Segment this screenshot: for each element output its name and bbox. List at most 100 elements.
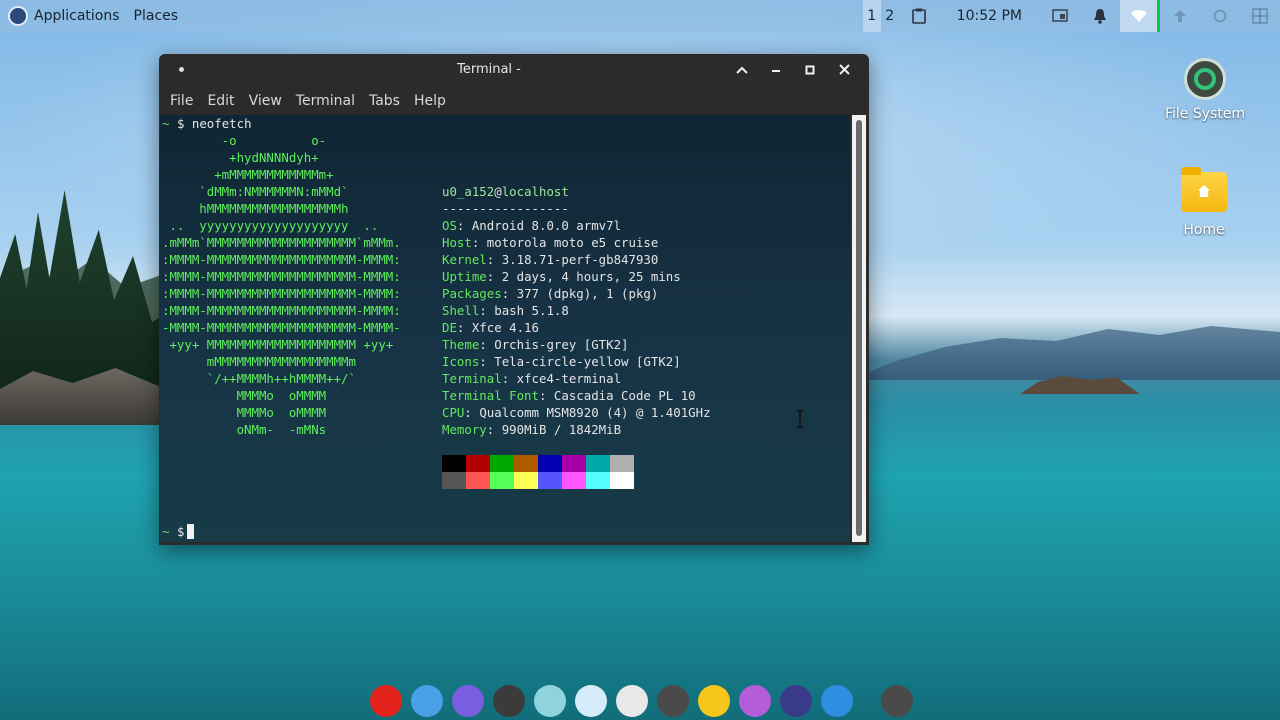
user-host-line: u0_a152@localhost [442, 184, 569, 199]
menu-file[interactable]: File [163, 93, 200, 109]
menu-terminal[interactable]: Terminal [289, 93, 362, 109]
close-button[interactable] [827, 54, 861, 85]
display-icon[interactable] [1040, 0, 1080, 32]
home-folder-icon [1181, 167, 1227, 212]
maximize-button[interactable] [793, 54, 827, 85]
neofetch-logo-line: `/++MMMMh++hMMMM++/` [162, 371, 356, 386]
dock [370, 683, 913, 719]
color-swatch [442, 455, 466, 472]
neofetch-logo-line: +mMMMMMMMMMMMMm+ [162, 167, 334, 182]
color-swatch [442, 472, 466, 489]
menu-view[interactable]: View [242, 93, 289, 109]
menu-tabs[interactable]: Tabs [362, 93, 407, 109]
window-title: Terminal - [457, 62, 521, 77]
record-icon[interactable] [616, 685, 648, 717]
image-viewer-icon[interactable] [411, 685, 443, 717]
wallpaper-mountains-right [850, 326, 1280, 380]
color-swatch [466, 472, 490, 489]
workspace-2[interactable]: 2 [881, 0, 899, 32]
neofetch-logo-line: mMMMMMMMMMMMMMMMMMMm [162, 354, 356, 369]
color-swatch [490, 455, 514, 472]
terminal-titlebar[interactable]: Terminal - [159, 54, 869, 85]
color-swatch [514, 455, 538, 472]
prompt-line: ~ $ [162, 523, 195, 540]
info-row: Terminal: xfce4-terminal [442, 371, 622, 386]
window-icon[interactable] [575, 685, 607, 717]
info-row: Kernel: 3.18.71-perf-gb847930 [442, 252, 659, 267]
file-system-label: File System [1164, 106, 1246, 122]
neofetch-logo-line: oNMm- -mMNs [162, 422, 327, 437]
file-system-desktop-icon[interactable]: File System [1160, 58, 1250, 122]
applications-menu-button[interactable]: Applications [0, 0, 128, 32]
chat-icon[interactable] [739, 685, 771, 717]
neofetch-logo-line: +hydNNNNdyh+ [162, 150, 319, 165]
color-swatch [466, 455, 490, 472]
color-swatch [538, 455, 562, 472]
app-a-icon[interactable] [493, 685, 525, 717]
power-icon[interactable] [1200, 0, 1240, 32]
places-menu-button[interactable]: Places [128, 8, 185, 24]
home-desktop-icon[interactable]: Home [1159, 167, 1249, 238]
clock[interactable]: 10:52 PM [939, 8, 1040, 24]
scrollbar-thumb[interactable] [856, 120, 862, 536]
monitor-icon[interactable] [780, 685, 812, 717]
neofetch-logo-line: :MMMM-MMMMMMMMMMMMMMMMMMMM-MMMM: [162, 303, 401, 318]
color-swatch [514, 472, 538, 489]
neofetch-logo-line: :MMMM-MMMMMMMMMMMMMMMMMMMM-MMMM: [162, 252, 401, 267]
grid-icon[interactable] [1240, 0, 1280, 32]
neofetch-logo-line: +yy+ MMMMMMMMMMMMMMMMMMMM +yy+ [162, 337, 394, 352]
disk-icon [1184, 58, 1226, 100]
info-row: Packages: 377 (dpkg), 1 (pkg) [442, 286, 659, 301]
terminal-window[interactable]: Terminal - File Edit View Terminal Tabs … [159, 54, 869, 545]
workspace-1[interactable]: 1 [862, 0, 881, 32]
xfce-logo-icon [8, 6, 28, 26]
menu-help[interactable]: Help [407, 93, 453, 109]
info-row: Host: motorola moto e5 cruise [442, 235, 659, 250]
notifications-bell-icon[interactable] [1080, 0, 1120, 32]
neofetch-logo-line: .. yyyyyyyyyyyyyyyyyyyy .. [162, 218, 379, 233]
neofetch-logo-line: `dMMm:NMMMMMMN:mMMd` [162, 184, 349, 199]
media-icon[interactable] [534, 685, 566, 717]
folder-icon[interactable] [452, 685, 484, 717]
shade-button[interactable] [725, 54, 759, 85]
info-row: Memory: 990MiB / 1842MiB [442, 422, 622, 437]
terminal-icon[interactable] [657, 685, 689, 717]
opera-icon[interactable] [370, 685, 402, 717]
color-swatch [586, 472, 610, 489]
info-row: Icons: Tela-circle-yellow [GTK2] [442, 354, 681, 369]
top-panel: Applications Places 1 2 10:52 PM [0, 0, 1280, 32]
info-row: Uptime: 2 days, 4 hours, 25 mins [442, 269, 681, 284]
mouse-ibeam-cursor [796, 410, 803, 428]
text-cursor [187, 524, 195, 539]
neofetch-logo-line: -MMMM-MMMMMMMMMMMMMMMMMMMM-MMMM- [162, 320, 401, 335]
info-row: Shell: bash 5.1.8 [442, 303, 569, 318]
separator-line: ----------------- [442, 201, 569, 216]
info-row: Terminal Font: Cascadia Code PL 10 [442, 388, 696, 403]
neofetch-logo-line: .mMMm`MMMMMMMMMMMMMMMMMMMM`mMMm. [162, 235, 401, 250]
color-swatch [562, 455, 586, 472]
toggle-icon[interactable] [821, 685, 853, 717]
command-line: ~ $ neofetch [162, 116, 252, 131]
info-row: CPU: Qualcomm MSM8920 (4) @ 1.401GHz [442, 405, 711, 420]
color-swatch [610, 472, 634, 489]
color-swatch [562, 472, 586, 489]
neofetch-logo-line: MMMMo oMMMM [162, 388, 327, 403]
emoji-icon[interactable] [698, 685, 730, 717]
neofetch-logo-line: MMMMo oMMMM [162, 405, 327, 420]
terminal-output[interactable]: ~ $ neofetch ~ $ -o o- +hydNNNNdyh+ +mMM… [160, 115, 850, 542]
arrow-icon[interactable] [1160, 0, 1200, 32]
neofetch-logo-line: :MMMM-MMMMMMMMMMMMMMMMMMMM-MMMM: [162, 286, 401, 301]
neofetch-logo-line: :MMMM-MMMMMMMMMMMMMMMMMMMM-MMMM: [162, 269, 401, 284]
color-swatch [538, 472, 562, 489]
info-row: DE: Xfce 4.16 [442, 320, 539, 335]
color-swatch [610, 455, 634, 472]
wifi-icon[interactable] [1120, 0, 1160, 32]
terminal-scrollbar[interactable] [852, 115, 866, 542]
neofetch-logo-line: hMMMMMMMMMMMMMMMMMMh [162, 201, 349, 216]
menu-edit[interactable]: Edit [200, 93, 241, 109]
minimize-button[interactable] [759, 54, 793, 85]
terminal-2-icon[interactable] [881, 685, 913, 717]
clipboard-icon[interactable] [899, 0, 939, 32]
info-row: Theme: Orchis-grey [GTK2] [442, 337, 629, 352]
color-swatch [586, 455, 610, 472]
